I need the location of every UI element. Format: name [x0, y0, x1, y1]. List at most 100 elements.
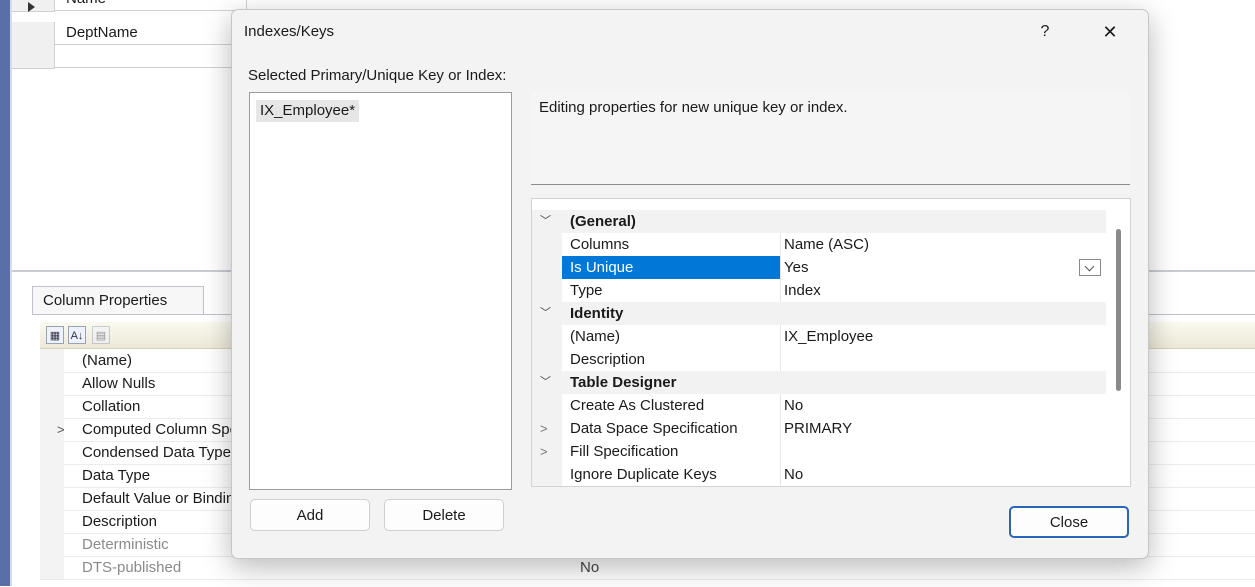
column-divider — [780, 233, 781, 256]
row-gutter — [40, 464, 64, 487]
row-selector[interactable] — [12, 45, 55, 69]
chevron-down-icon — [1084, 261, 1095, 272]
column-divider — [780, 279, 781, 302]
property-name: Identity — [570, 305, 624, 322]
property-row[interactable]: Ignore Duplicate Keys No — [532, 463, 1106, 486]
list-item[interactable]: IX_Employee* — [256, 100, 360, 122]
property-name: (Name) — [570, 328, 621, 345]
property-row[interactable]: Type Index — [532, 279, 1106, 302]
column-name-cell[interactable]: Name — [54, 0, 247, 11]
property-name: Data Type — [82, 467, 151, 484]
row-gutter — [532, 256, 562, 279]
property-category[interactable]: ﹀ (General) — [532, 210, 1106, 233]
row-gutter — [40, 441, 64, 464]
property-value[interactable]: Name (ASC) — [784, 233, 869, 256]
expand-chevron-icon[interactable]: > — [57, 418, 65, 441]
row-gutter — [40, 395, 64, 418]
collapse-chevron-icon[interactable]: ﹀ — [540, 210, 551, 233]
property-name: Create As Clustered — [570, 397, 705, 414]
property-name: (Name) — [82, 352, 133, 369]
property-name: Type — [570, 282, 603, 299]
property-grid[interactable]: ﹀ (General) Columns Name (ASC) Is Unique Yes T… — [531, 198, 1131, 487]
property-row[interactable]: Columns Name (ASC) — [532, 233, 1106, 256]
collapse-chevron-icon[interactable]: ﹀ — [540, 302, 551, 325]
delete-button[interactable]: Delete — [384, 499, 504, 531]
property-name: Columns — [570, 236, 630, 253]
property-row[interactable]: Create As Clustered No — [532, 394, 1106, 417]
property-value[interactable]: No — [580, 556, 599, 579]
row-gutter — [40, 510, 64, 533]
row-selector[interactable] — [12, 0, 55, 12]
property-row[interactable]: Is Unique Yes — [532, 256, 1106, 279]
current-row-arrow-icon — [28, 2, 35, 12]
column-name-cell[interactable]: DeptName — [54, 22, 247, 45]
vertical-scrollbar[interactable] — [1106, 199, 1130, 486]
row-gutter — [532, 233, 562, 256]
row-gutter — [532, 463, 562, 486]
scrollbar-thumb[interactable] — [1116, 229, 1121, 391]
property-name: Fill Specification — [570, 443, 679, 460]
index-list[interactable]: IX_Employee* — [249, 92, 512, 490]
close-button[interactable]: Close — [1009, 506, 1129, 538]
column-divider — [780, 440, 781, 463]
help-button[interactable]: ? — [1028, 16, 1062, 48]
property-row[interactable]: (Name) IX_Employee — [532, 325, 1106, 348]
column-divider — [780, 394, 781, 417]
description-text: Editing properties for new unique key or… — [539, 99, 848, 116]
property-row[interactable]: > Fill Specification — [532, 440, 1106, 463]
property-row[interactable]: Included Columns — [532, 486, 1106, 487]
property-name: Deterministic — [82, 536, 169, 553]
tab-column-properties[interactable]: Column Properties — [32, 286, 204, 314]
property-value[interactable]: PRIMARY — [784, 417, 852, 440]
left-edge-bar — [0, 0, 10, 586]
property-pages-icon[interactable]: ▤ — [92, 326, 110, 344]
property-category[interactable]: ﹀ Identity — [532, 302, 1106, 325]
alphabetical-sort-icon[interactable]: A↓ — [68, 326, 86, 344]
property-value[interactable]: Yes — [784, 256, 808, 279]
column-divider — [780, 486, 781, 487]
row-gutter — [40, 372, 64, 395]
dropdown-button[interactable] — [1079, 259, 1101, 276]
selected-key-label: Selected Primary/Unique Key or Index: — [248, 67, 507, 84]
property-row[interactable]: DTS-published No — [40, 556, 1255, 580]
row-gutter — [532, 394, 562, 417]
property-value[interactable]: Index — [784, 279, 821, 302]
indexes-keys-dialog: Indexes/Keys ? ✕ Selected Primary/Unique… — [231, 9, 1149, 559]
property-name: Is Unique — [570, 259, 634, 276]
column-divider — [780, 417, 781, 440]
property-name: Allow Nulls — [82, 375, 156, 392]
add-button[interactable]: Add — [250, 499, 370, 531]
property-name: DTS-published — [82, 559, 182, 576]
property-name: Ignore Duplicate Keys — [570, 466, 717, 483]
expand-chevron-icon[interactable]: > — [540, 440, 548, 463]
property-name: Collation — [82, 398, 141, 415]
categorized-icon[interactable]: ▦ — [46, 326, 64, 344]
column-divider — [780, 325, 781, 348]
property-row[interactable]: Description — [532, 348, 1106, 371]
property-name: Data Space Specification — [570, 420, 738, 437]
row-selector[interactable] — [12, 22, 55, 46]
collapse-chevron-icon[interactable]: ﹀ — [540, 371, 551, 394]
close-icon[interactable]: ✕ — [1088, 16, 1132, 48]
property-row[interactable]: > Data Space Specification PRIMARY — [532, 417, 1106, 440]
column-divider — [780, 348, 781, 371]
property-name: Table Designer — [570, 374, 677, 391]
column-divider — [780, 463, 781, 486]
row-gutter — [40, 556, 64, 579]
row-gutter — [532, 279, 562, 302]
property-value[interactable]: No — [784, 394, 803, 417]
row-gutter — [40, 533, 64, 556]
column-name-cell[interactable] — [54, 45, 247, 68]
property-name: Included Columns — [570, 486, 690, 487]
property-name: (General) — [570, 213, 636, 230]
property-name: Description — [82, 513, 158, 530]
property-category[interactable]: ﹀ Table Designer — [532, 371, 1106, 394]
property-value[interactable]: IX_Employee — [784, 325, 873, 348]
property-value[interactable]: No — [784, 463, 803, 486]
property-name: Condensed Data Type — [82, 444, 231, 461]
property-name: Default Value or Binding — [82, 490, 243, 507]
row-gutter — [40, 487, 64, 510]
description-panel: Editing properties for new unique key or… — [531, 92, 1130, 185]
row-gutter — [532, 486, 562, 487]
expand-chevron-icon[interactable]: > — [540, 417, 548, 440]
